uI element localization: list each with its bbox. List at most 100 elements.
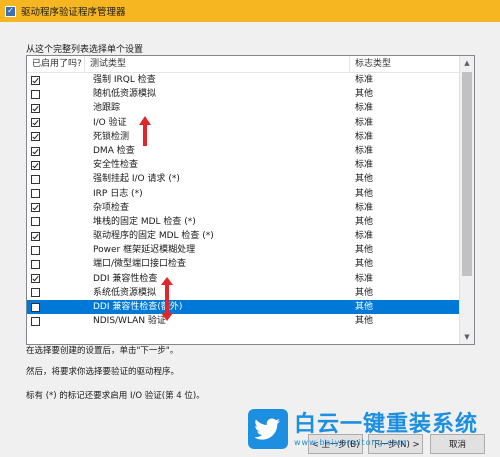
flag-type-cell: 标准	[355, 231, 374, 242]
watermark: 白云一键重装系统 www.baiyunxitong.com	[248, 406, 498, 452]
app-check-icon: ✓	[5, 5, 16, 17]
test-type-cell: 死锁检测	[93, 131, 130, 142]
enabled-checkbox[interactable]	[31, 274, 40, 284]
enabled-checkbox[interactable]	[31, 118, 40, 128]
list-header: 已启用了吗? 测试类型 标志类型	[27, 56, 460, 73]
list-row[interactable]: DDI 兼容性检查(额外) 其他	[27, 300, 460, 315]
settings-list[interactable]: 已启用了吗? 测试类型 标志类型 强制 IRQL 检查 标准 随机低资源模拟 其他 池跟…	[26, 55, 475, 345]
enabled-cell	[27, 203, 85, 213]
flag-type-cell: 标准	[355, 273, 374, 284]
test-type-cell: 强制挂起 I/O 请求 (*)	[93, 174, 180, 185]
enabled-cell	[27, 189, 85, 199]
scrollbar-thumb[interactable]	[462, 72, 472, 276]
list-row[interactable]: 驱动程序的固定 MDL 检查 (*) 标准	[27, 229, 460, 243]
section-label: 从这个完整列表选择单个设置	[26, 45, 144, 55]
enabled-checkbox[interactable]	[31, 203, 40, 213]
flag-type-cell: 其他	[355, 245, 374, 256]
flag-type-cell: 其他	[355, 188, 374, 199]
flag-type-cell: 其他	[355, 89, 374, 100]
enabled-checkbox[interactable]	[31, 160, 40, 170]
list-row[interactable]: DDI 兼容性检查 标准	[27, 272, 460, 286]
enabled-checkbox[interactable]	[31, 217, 40, 227]
enabled-checkbox[interactable]	[31, 103, 40, 113]
enabled-cell	[27, 103, 85, 113]
test-type-cell: I/O 验证	[93, 117, 127, 128]
test-type-cell: DMA 检查	[93, 145, 135, 156]
enabled-cell	[27, 217, 85, 227]
list-row[interactable]: 杂项检查 标准	[27, 201, 460, 215]
enabled-cell	[27, 146, 85, 156]
vertical-scrollbar[interactable]: ▲ ▼	[459, 56, 474, 344]
enabled-checkbox[interactable]	[31, 288, 40, 298]
test-type-cell: DDI 兼容性检查(额外)	[93, 302, 183, 312]
test-type-cell: 强制 IRQL 检查	[93, 75, 156, 85]
test-type-cell: NDIS/WLAN 验证	[93, 316, 166, 327]
list-row[interactable]: DMA 检查 标准	[27, 144, 460, 158]
list-row[interactable]: 强制挂起 I/O 请求 (*) 其他	[27, 172, 460, 186]
list-row[interactable]: 系统低资源模拟 其他	[27, 286, 460, 300]
enabled-cell	[27, 174, 85, 184]
enabled-cell	[27, 118, 85, 128]
test-type-cell: 端口/微型端口接口检查	[93, 259, 187, 270]
enabled-cell	[27, 75, 85, 85]
enabled-checkbox[interactable]	[31, 316, 40, 326]
enabled-checkbox[interactable]	[31, 245, 40, 255]
info-text-2: 然后，将要求你选择要验证的驱动程序。	[26, 367, 180, 377]
annotation-arrow-updown-icon	[161, 277, 173, 321]
flag-type-cell: 标准	[355, 117, 374, 128]
enabled-checkbox[interactable]	[31, 260, 40, 270]
column-header-test-type[interactable]: 测试类型	[85, 56, 350, 72]
list-row[interactable]: 端口/微型端口接口检查 其他	[27, 257, 460, 271]
scroll-up-icon[interactable]: ▲	[460, 56, 474, 70]
flag-type-cell: 标准	[355, 202, 374, 213]
column-header-enabled[interactable]: 已启用了吗?	[27, 56, 85, 72]
flag-type-cell: 其他	[355, 174, 374, 185]
enabled-cell	[27, 274, 85, 284]
list-row[interactable]: 强制 IRQL 检查 标准	[27, 73, 460, 87]
list-row[interactable]: 池跟踪 标准	[27, 101, 460, 115]
watermark-url: www.baiyunxitong.com	[294, 437, 408, 447]
enabled-checkbox[interactable]	[31, 146, 40, 156]
enabled-cell	[27, 160, 85, 170]
list-row[interactable]: I/O 验证 标准	[27, 116, 460, 130]
enabled-cell	[27, 260, 85, 270]
test-type-cell: 驱动程序的固定 MDL 检查 (*)	[93, 231, 214, 242]
enabled-checkbox[interactable]	[31, 302, 40, 312]
enabled-checkbox[interactable]	[31, 231, 40, 241]
enabled-checkbox[interactable]	[31, 174, 40, 184]
enabled-checkbox[interactable]	[31, 89, 40, 99]
title-bar: ✓ 驱动程序验证程序管理器	[0, 0, 500, 22]
list-row[interactable]: 堆栈的固定 MDL 检查 (*) 其他	[27, 215, 460, 229]
test-type-cell: 杂项检查	[93, 202, 130, 213]
enabled-checkbox[interactable]	[31, 75, 40, 85]
flag-type-cell: 其他	[355, 302, 374, 312]
scroll-down-icon[interactable]: ▼	[460, 330, 474, 344]
flag-type-cell: 标准	[355, 75, 374, 85]
test-type-cell: 安全性检查	[93, 160, 139, 171]
enabled-cell	[27, 231, 85, 241]
list-row[interactable]: NDIS/WLAN 验证 其他	[27, 314, 460, 328]
list-row[interactable]: 随机低资源模拟 其他	[27, 87, 460, 101]
enabled-checkbox[interactable]	[31, 132, 40, 142]
flag-type-cell: 标准	[355, 103, 374, 114]
flag-type-cell: 标准	[355, 131, 374, 142]
flag-type-cell: 标准	[355, 145, 374, 156]
list-row[interactable]: Power 框架延迟模糊处理 其他	[27, 243, 460, 257]
twitter-bird-icon	[248, 409, 288, 449]
test-type-cell: Power 框架延迟模糊处理	[93, 245, 196, 256]
info-text-3: 标有 (*) 的标记还要求启用 I/O 验证(第 4 位)。	[26, 391, 205, 401]
column-header-flag-type[interactable]: 标志类型	[350, 56, 460, 72]
dialog-body: 从这个完整列表选择单个设置 已启用了吗? 测试类型 标志类型 强制 IRQL 检…	[0, 22, 500, 457]
flag-type-cell: 其他	[355, 216, 374, 227]
list-row[interactable]: 安全性检查 标准	[27, 158, 460, 172]
test-type-cell: 随机低资源模拟	[93, 89, 157, 100]
test-type-cell: 系统低资源模拟	[93, 287, 157, 298]
window-title: 驱动程序验证程序管理器	[21, 7, 126, 18]
test-type-cell: 堆栈的固定 MDL 检查 (*)	[93, 216, 196, 227]
list-row[interactable]: 死锁检测 标准	[27, 130, 460, 144]
flag-type-cell: 标准	[355, 160, 374, 171]
enabled-cell	[27, 245, 85, 255]
list-row[interactable]: IRP 日志 (*) 其他	[27, 187, 460, 201]
enabled-checkbox[interactable]	[31, 189, 40, 199]
enabled-cell	[27, 316, 85, 326]
